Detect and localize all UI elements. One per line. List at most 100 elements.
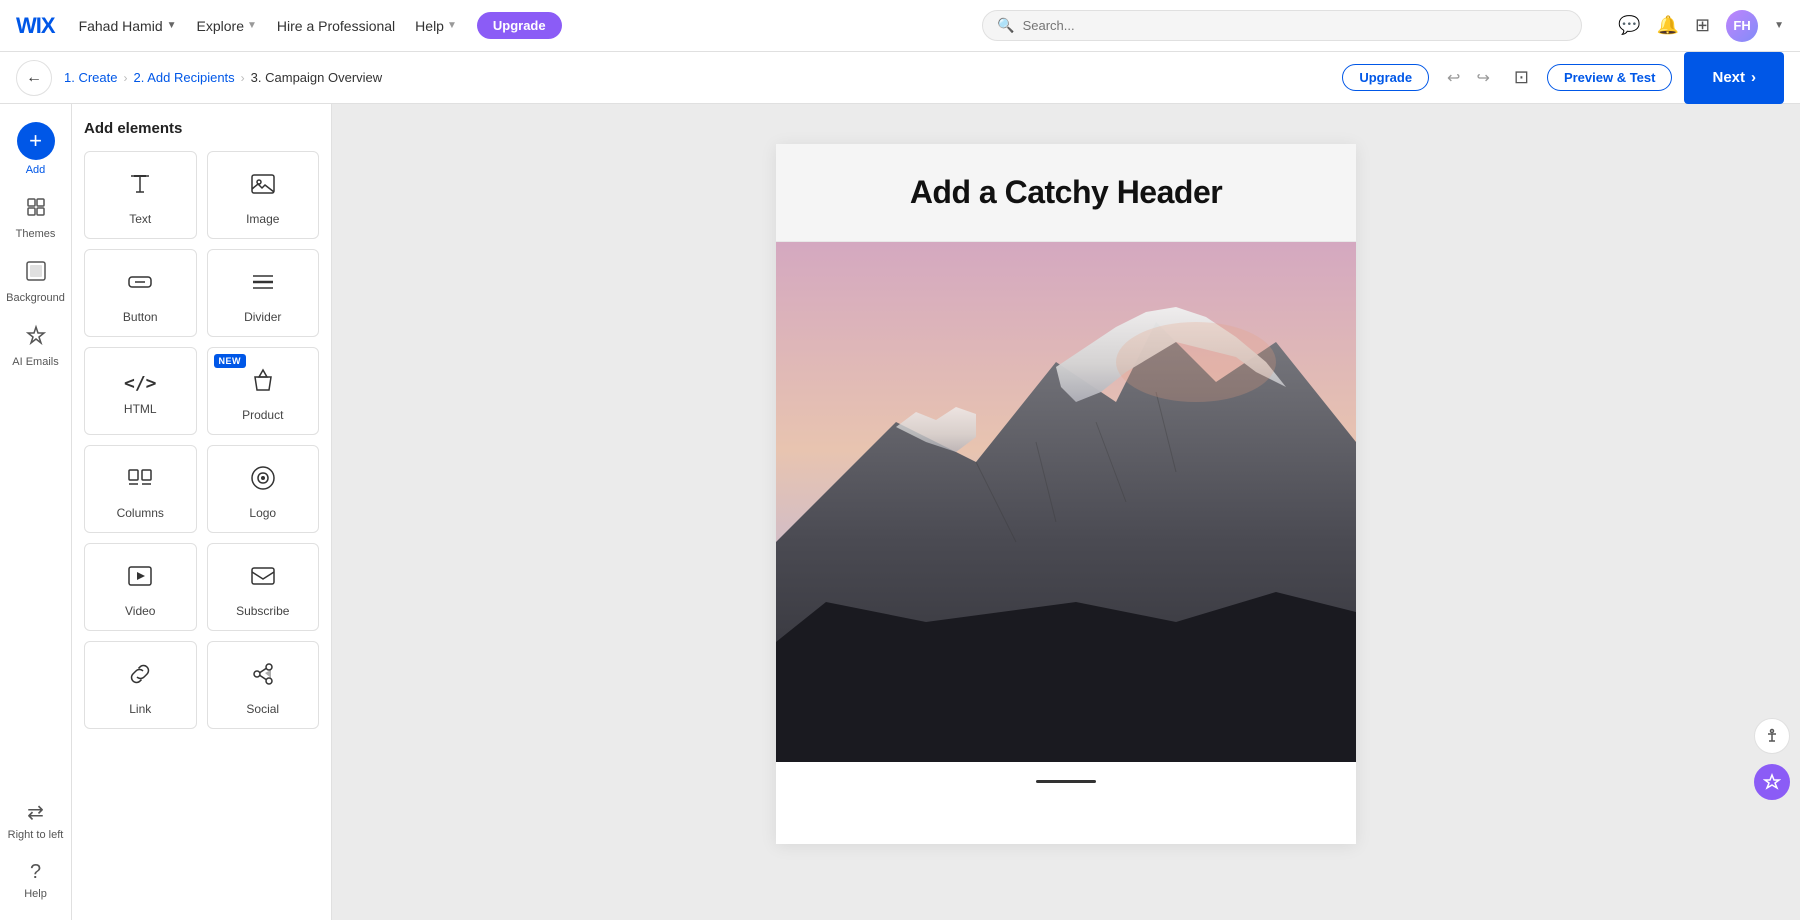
element-card-link[interactable]: Link bbox=[84, 641, 197, 729]
email-image-section bbox=[776, 242, 1356, 762]
grid-icon[interactable]: ⊞ bbox=[1695, 15, 1710, 36]
canvas-helpers bbox=[1754, 718, 1790, 800]
elements-grid: Text Image bbox=[84, 151, 319, 729]
new-badge: NEW bbox=[214, 354, 247, 368]
breadcrumb: 1. Create › 2. Add Recipients › 3. Campa… bbox=[64, 70, 382, 85]
sidebar-item-rtl[interactable]: ⇄ Right to left bbox=[0, 790, 71, 851]
toolbar: ← 1. Create › 2. Add Recipients › 3. Cam… bbox=[0, 52, 1800, 104]
columns-element-label: Columns bbox=[117, 506, 164, 520]
element-card-html[interactable]: </> HTML bbox=[84, 347, 197, 435]
canvas-area: Add a Catchy Header bbox=[332, 104, 1800, 920]
sidebar-item-themes[interactable]: Themes bbox=[0, 186, 71, 250]
social-element-icon bbox=[249, 660, 277, 694]
element-card-subscribe[interactable]: Subscribe bbox=[207, 543, 320, 631]
sidebar-item-add[interactable]: + Add bbox=[0, 112, 71, 186]
back-icon: ← bbox=[26, 69, 42, 87]
nav-icons: 💬 🔔 ⊞ FH ▼ bbox=[1618, 10, 1784, 42]
element-card-image[interactable]: Image bbox=[207, 151, 320, 239]
email-header-text: Add a Catchy Header bbox=[816, 174, 1316, 211]
link-element-label: Link bbox=[129, 702, 151, 716]
help-sidebar-icon: ? bbox=[30, 861, 41, 884]
email-header-section: Add a Catchy Header bbox=[776, 144, 1356, 242]
rtl-icon: ⇄ bbox=[27, 800, 44, 825]
breadcrumb-step3[interactable]: 3. Campaign Overview bbox=[251, 70, 383, 85]
html-element-icon: </> bbox=[124, 373, 157, 394]
social-element-label: Social bbox=[246, 702, 279, 716]
breadcrumb-step1[interactable]: 1. Create bbox=[64, 70, 117, 85]
rtl-label: Right to left bbox=[8, 829, 64, 841]
back-button[interactable]: ← bbox=[16, 60, 52, 96]
search-input[interactable] bbox=[1023, 18, 1568, 33]
preview-test-button[interactable]: Preview & Test bbox=[1547, 64, 1673, 91]
element-card-logo[interactable]: Logo bbox=[207, 445, 320, 533]
add-circle-icon: + bbox=[17, 122, 55, 160]
ai-emails-label: AI Emails bbox=[12, 356, 58, 368]
element-card-video[interactable]: Video bbox=[84, 543, 197, 631]
undo-button[interactable]: ↩ bbox=[1441, 64, 1466, 92]
ai-emails-icon bbox=[25, 324, 47, 352]
email-canvas: Add a Catchy Header bbox=[776, 144, 1356, 844]
next-chevron-icon: › bbox=[1751, 69, 1756, 86]
element-card-product[interactable]: NEW Product bbox=[207, 347, 320, 435]
icon-sidebar: + Add Themes Background bbox=[0, 104, 72, 920]
avatar[interactable]: FH bbox=[1726, 10, 1758, 42]
divider-element-icon bbox=[249, 268, 277, 302]
email-divider-section bbox=[776, 762, 1356, 801]
logo-element-icon bbox=[249, 464, 277, 498]
element-card-text[interactable]: Text bbox=[84, 151, 197, 239]
product-element-icon bbox=[250, 366, 276, 400]
mountain-image bbox=[776, 242, 1356, 762]
sidebar-add-label: Add bbox=[26, 164, 46, 176]
search-icon: 🔍 bbox=[997, 17, 1014, 34]
breadcrumb-sep2: › bbox=[241, 71, 245, 85]
sidebar-bottom: ⇄ Right to left ? Help bbox=[0, 790, 71, 920]
divider-element-label: Divider bbox=[244, 310, 281, 324]
button-element-icon bbox=[126, 268, 154, 302]
link-element-icon bbox=[126, 660, 154, 694]
logo-element-label: Logo bbox=[249, 506, 276, 520]
avatar-chevron-icon[interactable]: ▼ bbox=[1774, 20, 1784, 31]
user-chevron-icon: ▼ bbox=[167, 20, 177, 31]
hire-professional-nav[interactable]: Hire a Professional bbox=[277, 18, 395, 34]
html-element-label: HTML bbox=[124, 402, 157, 416]
help-sidebar-label: Help bbox=[24, 888, 47, 900]
sidebar-item-ai-emails[interactable]: AI Emails bbox=[0, 314, 71, 378]
element-card-divider[interactable]: Divider bbox=[207, 249, 320, 337]
video-element-label: Video bbox=[125, 604, 155, 618]
sidebar-item-help[interactable]: ? Help bbox=[0, 851, 71, 910]
breadcrumb-sep1: › bbox=[123, 71, 127, 85]
user-menu[interactable]: Fahad Hamid ▼ bbox=[79, 18, 177, 34]
elements-panel: Add elements Text bbox=[72, 104, 332, 920]
product-element-label: Product bbox=[242, 408, 283, 422]
chat-icon[interactable]: 💬 bbox=[1618, 15, 1640, 36]
themes-icon bbox=[25, 196, 47, 224]
search-bar[interactable]: 🔍 bbox=[982, 10, 1582, 41]
help-nav[interactable]: Help ▼ bbox=[415, 18, 457, 34]
element-card-social[interactable]: Social bbox=[207, 641, 320, 729]
toolbar-right: Upgrade ↩ ↪ ⊡ Preview & Test Next › bbox=[1342, 52, 1784, 104]
help-chevron-icon: ▼ bbox=[447, 20, 457, 31]
email-divider-line bbox=[1036, 780, 1096, 783]
explore-nav[interactable]: Explore ▼ bbox=[197, 18, 257, 34]
button-element-label: Button bbox=[123, 310, 158, 324]
image-element-label: Image bbox=[246, 212, 279, 226]
split-view-button[interactable]: ⊡ bbox=[1508, 63, 1535, 92]
text-element-label: Text bbox=[129, 212, 151, 226]
accessibility-icon[interactable] bbox=[1754, 718, 1790, 754]
main-layout: + Add Themes Background bbox=[0, 104, 1800, 920]
background-label: Background bbox=[6, 292, 65, 304]
elements-panel-title: Add elements bbox=[84, 120, 319, 137]
subscribe-element-icon bbox=[249, 562, 277, 596]
upgrade-button-nav[interactable]: Upgrade bbox=[477, 12, 562, 39]
redo-button[interactable]: ↪ bbox=[1470, 64, 1495, 92]
background-icon bbox=[25, 260, 47, 288]
ai-assistant-icon[interactable] bbox=[1754, 764, 1790, 800]
sidebar-item-background[interactable]: Background bbox=[0, 250, 71, 314]
element-card-columns[interactable]: Columns bbox=[84, 445, 197, 533]
bell-icon[interactable]: 🔔 bbox=[1657, 15, 1679, 36]
upgrade-button-toolbar[interactable]: Upgrade bbox=[1342, 64, 1429, 91]
breadcrumb-step2[interactable]: 2. Add Recipients bbox=[133, 70, 234, 85]
element-card-button[interactable]: Button bbox=[84, 249, 197, 337]
user-name: Fahad Hamid bbox=[79, 18, 163, 34]
next-button[interactable]: Next › bbox=[1684, 52, 1784, 104]
